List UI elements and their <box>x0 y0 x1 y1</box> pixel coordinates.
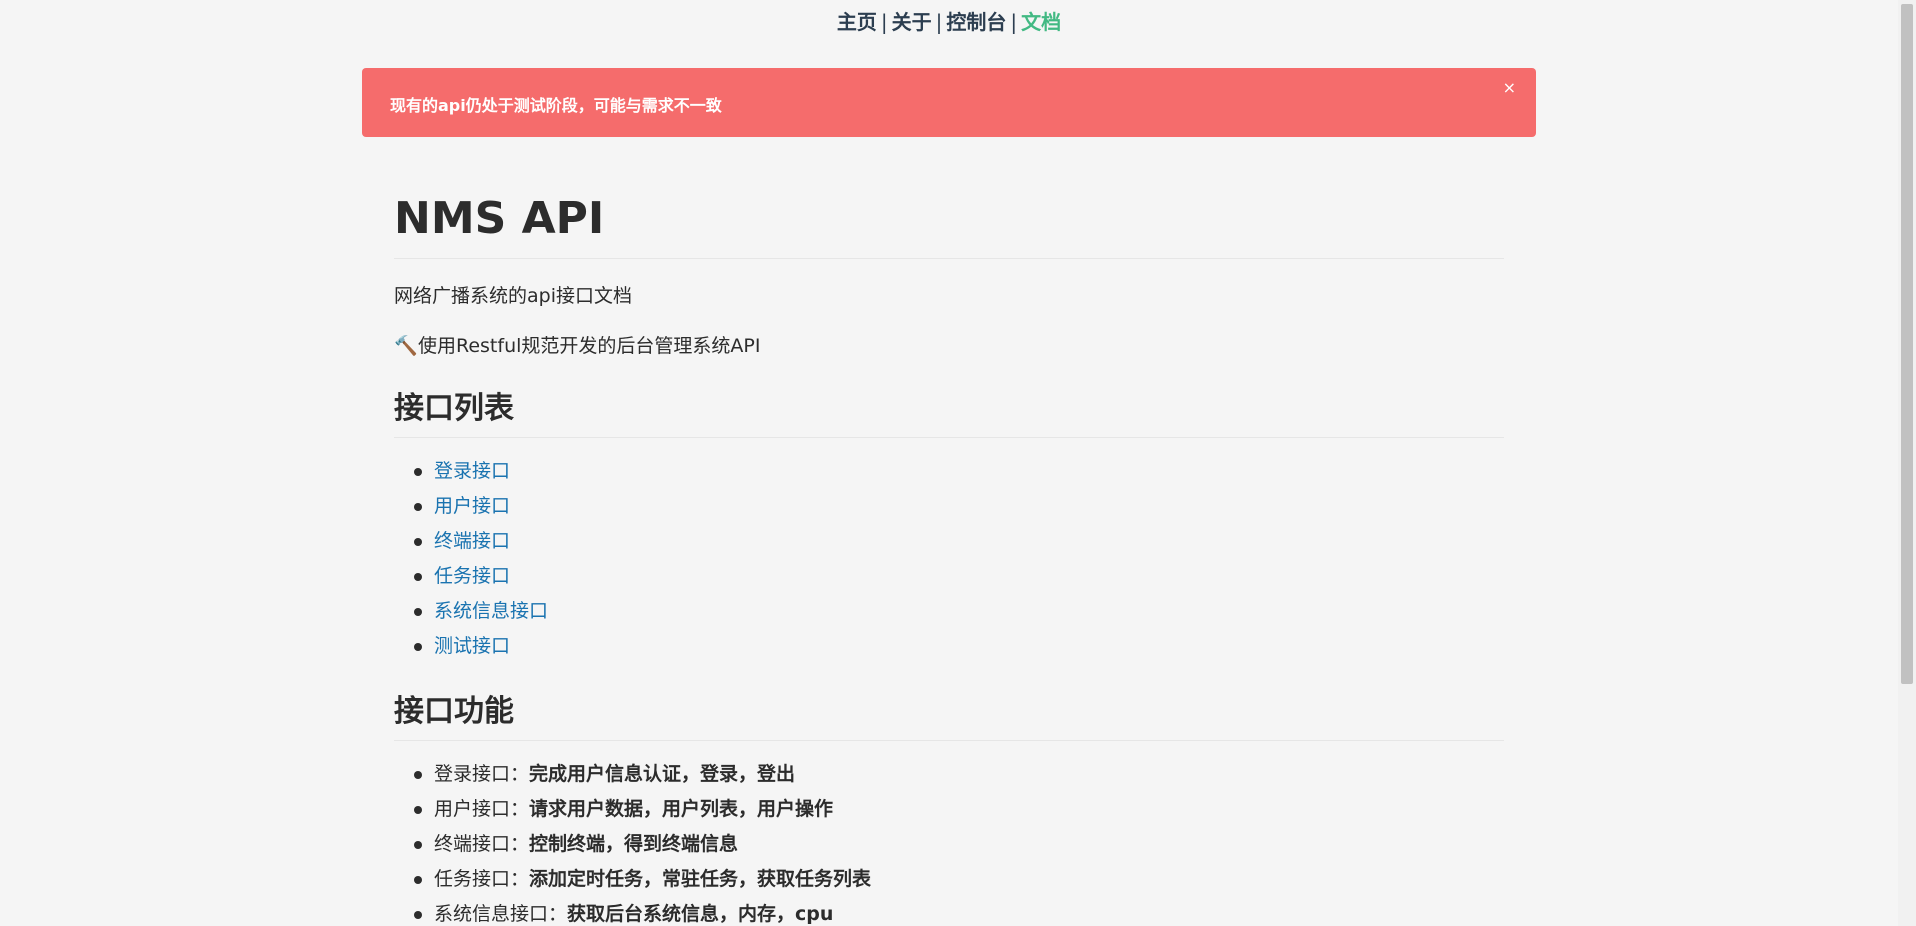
section-heading-api-list: 接口列表 <box>394 389 1504 438</box>
nav-separator: | <box>935 10 943 34</box>
nav-separator: | <box>880 10 888 34</box>
list-item: 终端接口：控制终端，得到终端信息 <box>414 827 1504 862</box>
intro-text: 使用Restful规范开发的后台管理系统API <box>418 335 761 357</box>
nav-console[interactable]: 控制台 <box>946 10 1006 34</box>
close-icon[interactable]: × <box>1503 78 1516 97</box>
list-item: 任务接口 <box>414 559 1504 594</box>
link-sysinfo-api[interactable]: 系统信息接口 <box>434 600 548 622</box>
list-item: 系统信息接口：获取后台系统信息，内存，cpu <box>414 897 1504 926</box>
func-desc: 完成用户信息认证，登录，登出 <box>529 763 796 785</box>
top-nav: 主页 | 关于 | 控制台 | 文档 <box>0 8 1898 36</box>
func-desc: 获取后台系统信息，内存，cpu <box>567 903 834 925</box>
nav-separator: | <box>1010 10 1018 34</box>
nav-home[interactable]: 主页 <box>837 10 877 34</box>
func-desc: 添加定时任务，常驻任务，获取任务列表 <box>529 868 872 890</box>
list-item: 登录接口：完成用户信息认证，登录，登出 <box>414 757 1504 792</box>
link-test-api[interactable]: 测试接口 <box>434 635 510 657</box>
doc-content: NMS API 网络广播系统的api接口文档 🔨使用Restful规范开发的后台… <box>394 190 1504 926</box>
api-list: 登录接口 用户接口 终端接口 任务接口 系统信息接口 测试接口 <box>394 454 1504 664</box>
nav-about[interactable]: 关于 <box>892 10 932 34</box>
doc-subtitle: 网络广播系统的api接口文档 <box>394 285 632 307</box>
list-item: 系统信息接口 <box>414 594 1504 629</box>
list-item: 任务接口：添加定时任务，常驻任务，获取任务列表 <box>414 862 1504 897</box>
func-name: 任务接口： <box>434 868 530 890</box>
page: 主页 | 关于 | 控制台 | 文档 现有的api仍处于测试阶段，可能与需求不一致 × NM… <box>0 0 1916 926</box>
func-desc: 请求用户数据，用户列表，用户操作 <box>529 798 834 820</box>
func-desc: 控制终端，得到终端信息 <box>529 833 739 855</box>
warning-alert: 现有的api仍处于测试阶段，可能与需求不一致 × <box>362 68 1536 137</box>
func-name: 用户接口： <box>434 798 530 820</box>
page-title: NMS API <box>394 190 1504 259</box>
api-function-list: 登录接口：完成用户信息认证，登录，登出 用户接口：请求用户数据，用户列表，用户操… <box>394 757 1504 926</box>
alert-message: 现有的api仍处于测试阶段，可能与需求不一致 <box>390 96 722 115</box>
list-item: 测试接口 <box>414 629 1504 664</box>
scrollbar-thumb[interactable] <box>1901 4 1913 684</box>
section-heading-api-functions: 接口功能 <box>394 692 1504 741</box>
link-login-api[interactable]: 登录接口 <box>434 460 510 482</box>
func-name: 终端接口： <box>434 833 530 855</box>
list-item: 登录接口 <box>414 454 1504 489</box>
link-user-api[interactable]: 用户接口 <box>434 495 510 517</box>
nav-docs[interactable]: 文档 <box>1021 10 1061 34</box>
func-name: 系统信息接口： <box>434 903 568 925</box>
doc-intro: 🔨使用Restful规范开发的后台管理系统API <box>394 331 1504 361</box>
list-item: 终端接口 <box>414 524 1504 559</box>
list-item: 用户接口 <box>414 489 1504 524</box>
list-item: 用户接口：请求用户数据，用户列表，用户操作 <box>414 792 1504 827</box>
link-terminal-api[interactable]: 终端接口 <box>434 530 510 552</box>
func-name: 登录接口： <box>434 763 530 785</box>
hammer-icon: 🔨 <box>394 335 418 357</box>
link-task-api[interactable]: 任务接口 <box>434 565 510 587</box>
vertical-scrollbar[interactable] <box>1898 0 1916 926</box>
